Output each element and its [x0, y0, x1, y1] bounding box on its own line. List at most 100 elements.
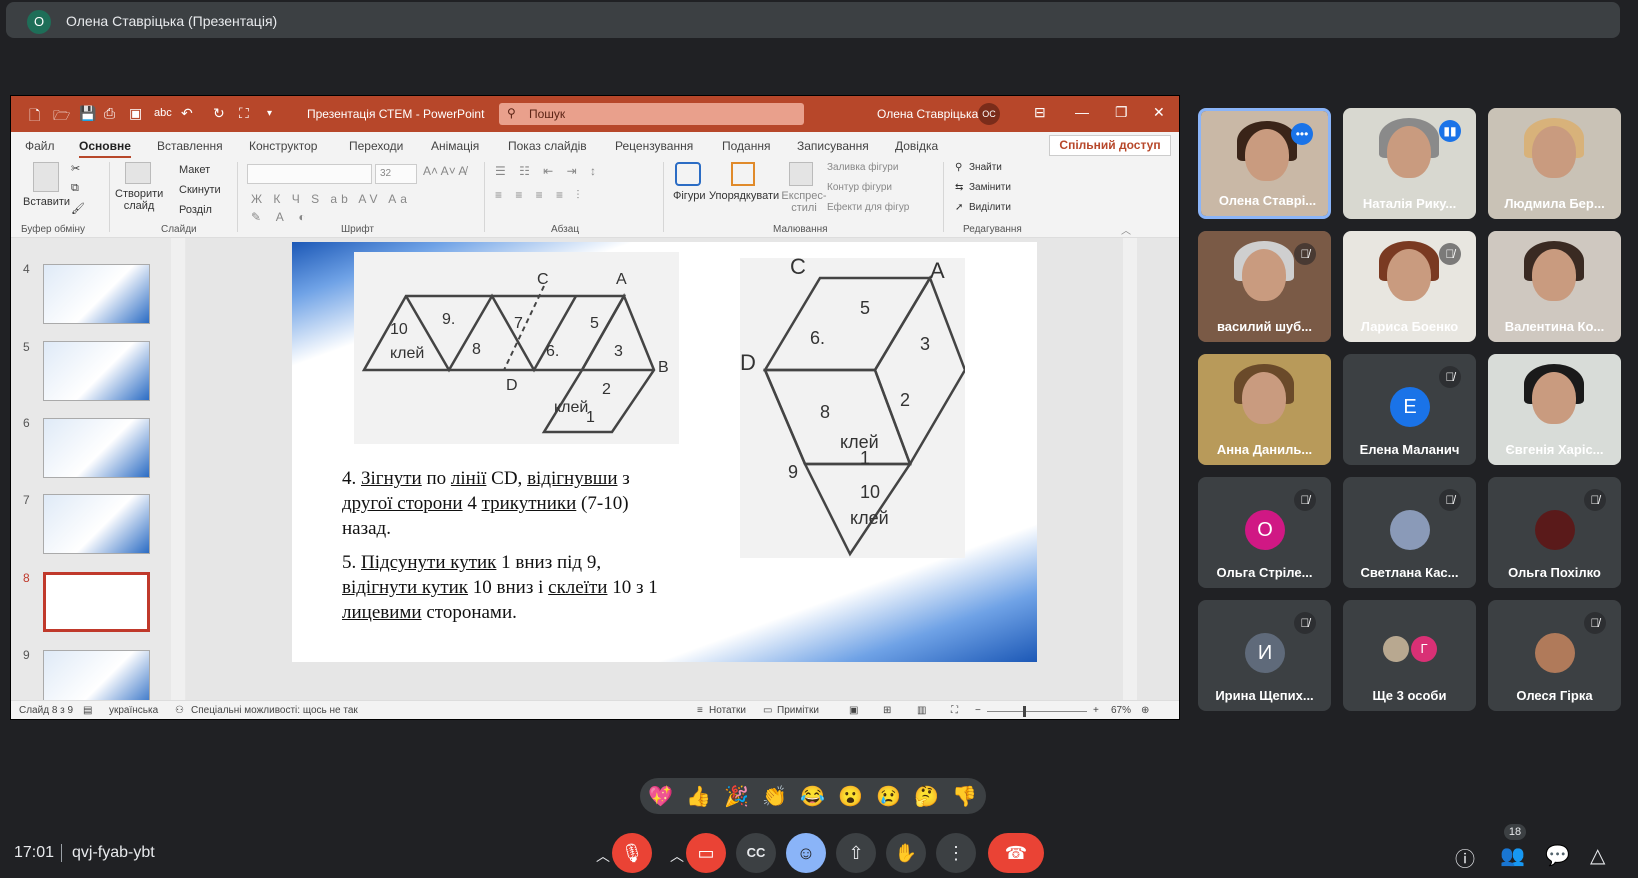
normal-view-icon[interactable]: ▣	[849, 705, 858, 716]
font-color-icons[interactable]: ✎ A ◐	[251, 210, 312, 224]
spelling-icon[interactable]: abc	[154, 107, 172, 119]
tab-insert[interactable]: Вставлення	[157, 139, 223, 153]
redo-icon[interactable]: ↻	[213, 105, 225, 122]
zoom-slider-thumb[interactable]	[1023, 706, 1026, 717]
tab-transitions[interactable]: Переходи	[349, 139, 403, 153]
participant-tile[interactable]: Е 🎙̸ Елена Маланич	[1343, 354, 1476, 465]
font-family-select[interactable]	[247, 164, 372, 184]
tab-slideshow[interactable]: Показ слайдiв	[508, 139, 587, 153]
open-icon[interactable]: 🗁	[53, 105, 70, 129]
reaction-party[interactable]: 🎉	[724, 787, 749, 807]
zoom-in-icon[interactable]: +	[1093, 705, 1099, 716]
participant-tile[interactable]: Людмила Бер...	[1488, 108, 1621, 219]
align-icons[interactable]: ≡ ≡ ≡ ≡ ⫶	[495, 188, 584, 203]
arrange-icon[interactable]	[731, 162, 755, 186]
tab-review[interactable]: Рецензування	[615, 139, 693, 153]
find-icon[interactable]: ⚲	[955, 162, 962, 173]
shape-effects-button[interactable]: Ефекти для фiгур	[827, 202, 909, 213]
maximize-icon[interactable]: ❐	[1115, 104, 1128, 121]
participant-tile[interactable]: 🎙̸ Ольга Похiлко	[1488, 477, 1621, 588]
quick-styles-icon[interactable]	[789, 162, 813, 186]
reset-button[interactable]: Скинути	[179, 184, 221, 196]
chat-icon[interactable]: 💬	[1545, 843, 1570, 868]
current-slide[interactable]: 10 клей 9. 8 7 6. 5 3 2 клей 1 C A B D C A D 5 6. 3 8 2 клей 1 9…	[292, 242, 1037, 662]
reaction-laugh[interactable]: 😂	[800, 787, 825, 807]
slide-thumbnail[interactable]	[43, 341, 150, 401]
hand-icon[interactable]: ✋	[886, 833, 926, 873]
participant-tile[interactable]: ••• Олена Ставрi...	[1198, 108, 1331, 219]
spellcheck-icon[interactable]: ▤	[83, 705, 92, 716]
sorter-view-icon[interactable]: ⊞	[883, 705, 891, 716]
paste-button[interactable]: Вставити	[23, 196, 70, 208]
replace-icon[interactable]: ⇆	[955, 182, 963, 193]
list-icons[interactable]: ☰ ☷ ⇤ ⇥ ↕	[495, 164, 601, 178]
participant-tile[interactable]: 🎙̸ Лариса Боенко	[1343, 231, 1476, 342]
language-label[interactable]: українська	[109, 705, 158, 716]
section-button[interactable]: Роздiл	[179, 204, 212, 216]
close-icon[interactable]: ✕	[1153, 104, 1165, 121]
tab-file[interactable]: Файл	[25, 139, 55, 153]
grow-font-icon[interactable]: A˄ A˅ A̸	[423, 164, 466, 178]
reaction-thinking[interactable]: 🤔	[914, 787, 939, 807]
mic-off-icon[interactable]: 🎙	[612, 833, 652, 873]
ppt-user-avatar[interactable]: ОС	[978, 103, 1000, 125]
fit-slide-icon[interactable]: ⊕	[1141, 705, 1149, 716]
tab-view[interactable]: Подання	[722, 139, 770, 153]
captions-icon[interactable]: CC	[736, 833, 776, 873]
emoji-icon[interactable]: ☺	[786, 833, 826, 873]
more-icon[interactable]: ⋮	[936, 833, 976, 873]
slide-thumbnail[interactable]	[43, 264, 150, 324]
end-call-icon[interactable]: ☎	[988, 833, 1044, 873]
canvas-scrollbar[interactable]	[1123, 238, 1137, 700]
accessibility-icon[interactable]: ⚇	[175, 705, 184, 716]
slideshow-icon[interactable]: ⛶	[239, 105, 249, 122]
print-icon[interactable]: ⎙	[104, 105, 115, 122]
select-icon[interactable]: ➚	[955, 202, 963, 213]
quick-styles-button[interactable]: Експрес-стилi	[781, 190, 827, 214]
participant-tile[interactable]: 🎙̸ василий шуб...	[1198, 231, 1331, 342]
shape-fill-button[interactable]: Заливка фiгури	[827, 162, 898, 173]
camera-off-icon[interactable]: ▭	[686, 833, 726, 873]
reading-view-icon[interactable]: ▥	[917, 705, 926, 716]
slide-thumbnail[interactable]	[43, 494, 150, 554]
reaction-thumbs-up[interactable]: 👍	[686, 787, 711, 807]
participant-tile[interactable]: Євгенiя Харiс...	[1488, 354, 1621, 465]
copy-icon[interactable]: ⧉	[71, 182, 79, 195]
tab-home[interactable]: Основне	[79, 139, 131, 158]
slide-thumbnail-selected[interactable]	[43, 572, 150, 632]
participant-tile[interactable]: Г Ще 3 особи	[1343, 600, 1476, 711]
format-painter-icon[interactable]: 🖌	[71, 202, 85, 215]
undo-icon[interactable]: ↶	[181, 105, 193, 122]
shapes-icon[interactable]	[675, 162, 701, 186]
shapes-button[interactable]: Фiгури	[673, 190, 705, 202]
participant-tile[interactable]: Анна Даниль...	[1198, 354, 1331, 465]
comments-button[interactable]: Примiтки	[777, 705, 819, 716]
save-icon[interactable]: 💾	[79, 105, 96, 122]
tab-animations[interactable]: Анiмацiя	[431, 139, 479, 153]
zoom-level[interactable]: 67%	[1111, 705, 1131, 716]
zoom-slider[interactable]	[987, 711, 1087, 712]
reaction-surprised[interactable]: 😮	[838, 787, 863, 807]
reaction-clap[interactable]: 👏	[762, 787, 787, 807]
new-slide-icon[interactable]	[125, 162, 151, 184]
activities-icon[interactable]: △	[1590, 843, 1605, 868]
arrange-button[interactable]: Упорядкувати	[709, 190, 779, 202]
participant-tile[interactable]: Валентина Ко...	[1488, 231, 1621, 342]
tab-design[interactable]: Конструктор	[249, 139, 317, 153]
tab-help[interactable]: Довiдка	[895, 139, 938, 153]
new-file-icon[interactable]: 🗋	[29, 105, 40, 129]
thumbs-scrollbar[interactable]	[171, 238, 185, 700]
participant-tile[interactable]: ▮▮ Наталiя Рику...	[1343, 108, 1476, 219]
replace-button[interactable]: Замiнити	[969, 182, 1011, 193]
cut-icon[interactable]: ✂	[71, 162, 80, 175]
new-slide-button[interactable]: Створити слайд	[115, 188, 163, 212]
qat-dropdown-icon[interactable]: ▾	[267, 108, 272, 119]
slideshow-view-icon[interactable]: ⛶	[951, 705, 958, 716]
mic-options-chevron-icon[interactable]: ︿	[596, 846, 610, 866]
font-style-icons[interactable]: Ж К Ч S ab AV Aa	[251, 192, 411, 206]
reaction-thumbs-down[interactable]: 👎	[952, 787, 977, 807]
accessibility-status[interactable]: Спецiальнi можливостi: щось не так	[191, 705, 358, 716]
participant-tile[interactable]: О 🎙̸ Ольга Стрiле...	[1198, 477, 1331, 588]
present-icon[interactable]: ⇧	[836, 833, 876, 873]
reaction-sad[interactable]: 😢	[876, 787, 901, 807]
